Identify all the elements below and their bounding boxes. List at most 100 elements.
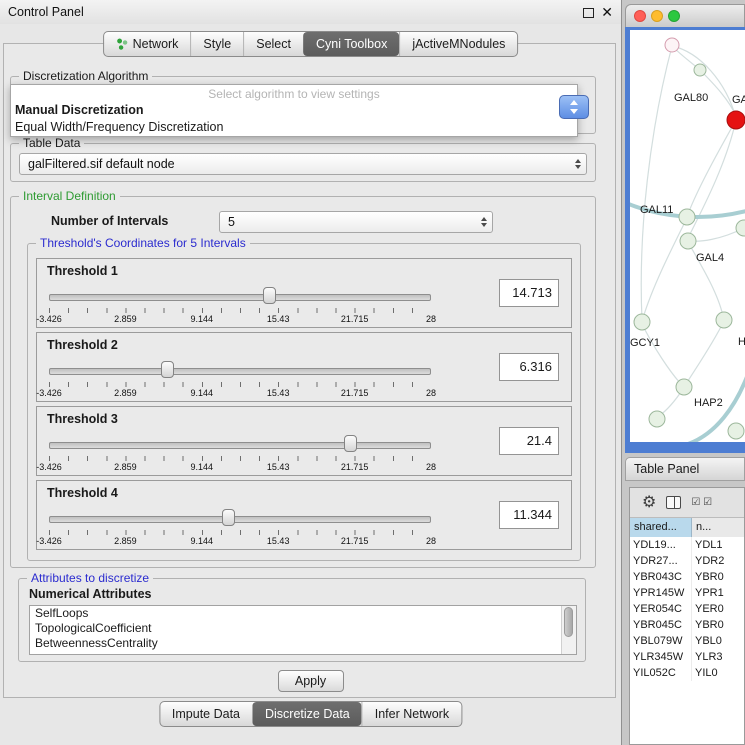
tab-label: Cyni Toolbox: [316, 37, 387, 51]
table-panel-titlebar: Table Panel: [625, 457, 745, 481]
tick-label: -3.426: [36, 462, 62, 472]
apply-button[interactable]: Apply: [278, 670, 344, 692]
threshold-1-value-input[interactable]: 14.713: [499, 279, 559, 307]
node-label: GA: [732, 94, 745, 106]
tick-label: 2.859: [114, 462, 137, 472]
tab-select[interactable]: Select: [243, 32, 303, 56]
table-row[interactable]: YBL079WYBL0: [630, 633, 744, 649]
group-title: Table Data: [19, 136, 84, 150]
tick-label: 28: [426, 314, 436, 324]
tab-cyni-toolbox[interactable]: Cyni Toolbox: [303, 32, 399, 56]
tab-label: Impute Data: [172, 707, 240, 721]
table-data-combobox[interactable]: galFiltered.sif default node: [19, 153, 587, 175]
network-node-red[interactable]: [727, 111, 745, 129]
column-header-name[interactable]: n...: [692, 518, 744, 537]
network-node[interactable]: [665, 38, 679, 52]
cyni-bottom-tabbar: Impute Data Discretize DataInfer Network: [159, 701, 462, 727]
algorithm-combobox-stepper[interactable]: [559, 95, 589, 119]
threshold-label: Threshold 3: [47, 412, 118, 426]
number-of-intervals-label: Number of Intervals: [51, 214, 168, 228]
close-icon[interactable]: ✕: [601, 3, 613, 21]
tab-label: Style: [203, 37, 231, 51]
table-header: shared... n...: [630, 518, 744, 538]
network-node[interactable]: [716, 312, 732, 328]
zoom-traffic-icon[interactable]: [668, 10, 680, 22]
slider-track[interactable]: [49, 442, 431, 449]
combo-value: galFiltered.sif default node: [28, 154, 175, 174]
slider-track[interactable]: [49, 294, 431, 301]
threshold-3-value-input[interactable]: 21.4: [499, 427, 559, 455]
tab-label: Network: [133, 37, 179, 51]
network-canvas[interactable]: GAL80 GA GAL11 GAL4 GCY1 H HAP2: [630, 30, 745, 442]
network-node[interactable]: [694, 64, 706, 76]
tick-label: 21.715: [341, 314, 369, 324]
network-node[interactable]: [679, 209, 695, 225]
network-node[interactable]: [676, 379, 692, 395]
threshold-4-value-input[interactable]: 11.344: [499, 501, 559, 529]
cell-shared-name: YBR043C: [630, 569, 692, 585]
slider-thumb[interactable]: [222, 509, 235, 526]
attribute-list-item[interactable]: BetweennessCentrality: [30, 636, 576, 651]
control-panel-tabbar: Network Style Select Cyni Toolbox jActiveMNo…: [103, 31, 519, 57]
table-row[interactable]: YER054CYER0: [630, 601, 744, 617]
column-header-shared-name[interactable]: shared...: [630, 518, 692, 537]
threshold-3-slider[interactable]: -3.4262.8599.14415.4321.71528: [49, 433, 431, 475]
float-window-icon[interactable]: [583, 8, 594, 18]
network-node[interactable]: [634, 314, 650, 330]
dropdown-option-manual-discretization[interactable]: Manual Discretization: [11, 102, 577, 118]
show-columns-icon[interactable]: [666, 496, 681, 509]
select-rows-checkbox-icon[interactable]: ☑ ☑: [691, 497, 712, 508]
network-node[interactable]: [728, 423, 744, 439]
table-row[interactable]: YPR145WYPR1: [630, 585, 744, 601]
tab-impute-data[interactable]: Impute Data: [160, 702, 252, 726]
tab-network[interactable]: Network: [104, 32, 191, 56]
threshold-4-slider[interactable]: -3.4262.8599.14415.4321.71528: [49, 507, 431, 549]
slider-thumb[interactable]: [161, 361, 174, 378]
table-row[interactable]: YBR043CYBR0: [630, 569, 744, 585]
table-row[interactable]: YBR045CYBR0: [630, 617, 744, 633]
threshold-3-panel: Threshold 3 -3.4262.8599.14415.4321.7152…: [36, 406, 572, 476]
slider-track[interactable]: [49, 368, 431, 375]
tab-infer-network[interactable]: Infer Network: [362, 702, 461, 726]
table-row[interactable]: YDR27...YDR2: [630, 553, 744, 569]
attribute-list-item[interactable]: SelfLoops: [30, 606, 576, 621]
stepper-up-icon: [570, 100, 578, 105]
close-traffic-icon[interactable]: [634, 10, 646, 22]
threshold-label: Threshold 1: [47, 264, 118, 278]
cell-shared-name: YPR145W: [630, 585, 692, 601]
tick-label: 15.43: [267, 388, 290, 398]
table-row[interactable]: YIL052CYIL0: [630, 665, 744, 681]
network-view-window: GAL80 GA GAL11 GAL4 GCY1 H HAP2: [625, 4, 745, 453]
control-panel-window: Control Panel ✕ Network Style Select Cyni T…: [0, 0, 622, 745]
table-row[interactable]: YDL19...YDL1: [630, 537, 744, 553]
dropdown-option-equal-width-frequency[interactable]: Equal Width/Frequency Discretization: [11, 118, 577, 134]
table-data-group: Table Data galFiltered.sif default node: [10, 143, 596, 182]
tab-discretize-data[interactable]: Discretize Data: [252, 702, 362, 726]
scrollbar-thumb[interactable]: [564, 607, 573, 637]
thresholds-group: Threshold's Coordinates for 5 Intervals …: [27, 243, 581, 561]
list-scrollbar[interactable]: [561, 606, 576, 654]
threshold-1-slider[interactable]: -3.4262.8599.14415.4321.71528: [49, 285, 431, 327]
table-row[interactable]: YLR345WYLR3: [630, 649, 744, 665]
tab-jactivemnodules[interactable]: jActiveMNodules: [399, 32, 517, 56]
numerical-attributes-label: Numerical Attributes: [29, 587, 151, 601]
threshold-2-value-input[interactable]: 6.316: [499, 353, 559, 381]
network-node[interactable]: [680, 233, 696, 249]
numerical-attributes-list[interactable]: SelfLoopsTopologicalCoefficientBetweenne…: [29, 605, 577, 655]
number-of-intervals-combobox[interactable]: 5: [219, 211, 493, 233]
network-node[interactable]: [736, 220, 745, 236]
threshold-2-slider[interactable]: -3.4262.8599.14415.4321.71528: [49, 359, 431, 401]
window-title: Control Panel: [8, 0, 84, 24]
cell-name: YER0: [692, 601, 744, 617]
network-node[interactable]: [649, 411, 665, 427]
attribute-list-item[interactable]: TopologicalCoefficient: [30, 621, 576, 636]
minimize-traffic-icon[interactable]: [651, 10, 663, 22]
combo-value: 5: [228, 212, 235, 232]
settings-gear-icon[interactable]: ⚙: [642, 495, 656, 511]
slider-track[interactable]: [49, 516, 431, 523]
slider-thumb[interactable]: [344, 435, 357, 452]
tick-label: 9.144: [191, 388, 214, 398]
cell-shared-name: YBL079W: [630, 633, 692, 649]
slider-thumb[interactable]: [263, 287, 276, 304]
tab-style[interactable]: Style: [190, 32, 243, 56]
